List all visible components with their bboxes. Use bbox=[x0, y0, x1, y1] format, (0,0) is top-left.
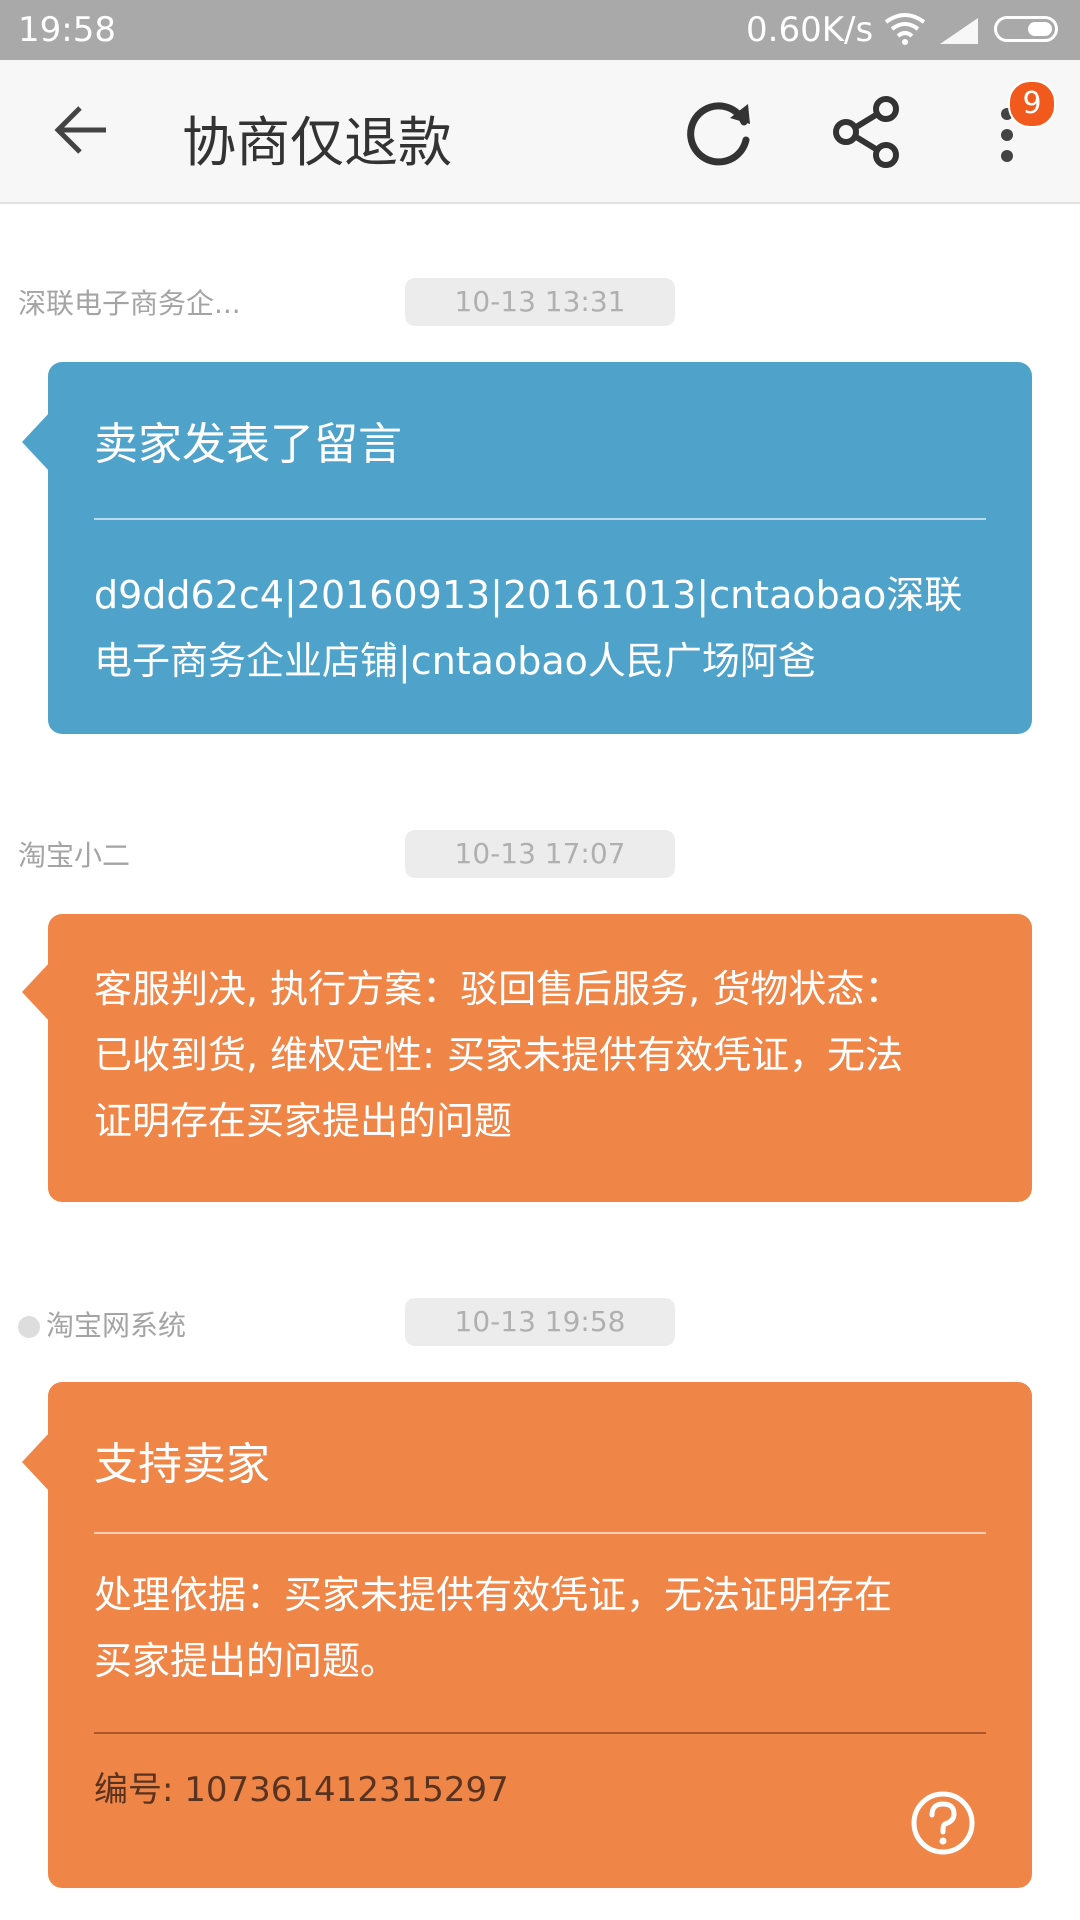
refresh-icon[interactable] bbox=[684, 96, 756, 168]
message-body: 客服判决, 执行方案：驳回售后服务, 货物状态： 已收到货, 维权定性: 买家未… bbox=[94, 914, 986, 1154]
bubble-tail bbox=[22, 412, 50, 472]
message-card: 支持卖家 处理依据：买家未提供有效凭证，无法证明存在 买家提出的问题。 编号: … bbox=[22, 1382, 1032, 1888]
body-line: 处理依据：买家未提供有效凭证，无法证明存在 bbox=[94, 1573, 893, 1617]
body-line: 证明存在买家提出的问题 bbox=[94, 1099, 513, 1143]
message-heading: 支持卖家 bbox=[94, 1439, 270, 1490]
reference-number: 编号: 107361412315297 bbox=[94, 1770, 509, 1810]
body-line: 已收到货, 维权定性: 买家未提供有效凭证，无法 bbox=[94, 1033, 904, 1077]
share-icon[interactable] bbox=[832, 96, 902, 168]
status-bar: 19:58 0.60K/s bbox=[0, 0, 1080, 60]
help-icon[interactable] bbox=[910, 1790, 976, 1856]
body-line: 电子商务企业店铺|cntaobao人民广场阿爸 bbox=[94, 639, 816, 683]
message-card: 卖家发表了留言 d9dd62c4|20160913|20161013|cntao… bbox=[22, 362, 1032, 734]
status-time: 19:58 bbox=[18, 10, 116, 50]
bubble-tail bbox=[22, 962, 50, 1022]
body-line: 买家提出的问题。 bbox=[94, 1639, 399, 1683]
message-sender: 淘宝小二 bbox=[18, 834, 130, 874]
message-sender: 深联电子商务企... bbox=[18, 282, 241, 322]
message-timestamp: 10-13 19:58 bbox=[405, 1298, 675, 1346]
message-body: d9dd62c4|20160913|20161013|cntaobao深联 电子… bbox=[94, 562, 986, 694]
message-body: 处理依据：买家未提供有效凭证，无法证明存在 买家提出的问题。 bbox=[94, 1562, 986, 1694]
wifi-icon bbox=[884, 13, 926, 45]
message-timestamp: 10-13 17:07 bbox=[405, 830, 675, 878]
bubble-tail bbox=[22, 1432, 50, 1492]
sender-name: 淘宝小二 bbox=[18, 839, 131, 872]
sender-name: 淘宝网系统 bbox=[46, 1309, 187, 1342]
signal-icon bbox=[940, 18, 978, 44]
notification-badge: 9 bbox=[1008, 80, 1056, 128]
body-line: d9dd62c4|20160913|20161013|cntaobao深联 bbox=[94, 573, 963, 617]
body-line: 客服判决, 执行方案：驳回售后服务, 货物状态： bbox=[94, 967, 903, 1011]
divider bbox=[94, 1732, 986, 1734]
divider bbox=[94, 518, 986, 520]
message-card: 客服判决, 执行方案：驳回售后服务, 货物状态： 已收到货, 维权定性: 买家未… bbox=[22, 914, 1032, 1202]
page-title: 协商仅退款 bbox=[182, 111, 452, 174]
app-header: 协商仅退款 9 bbox=[0, 60, 1080, 204]
sender-name: 深联电子商务企... bbox=[18, 287, 241, 320]
network-speed: 0.60K/s bbox=[746, 10, 874, 50]
back-arrow-icon[interactable] bbox=[52, 100, 112, 160]
message-heading: 卖家发表了留言 bbox=[94, 419, 402, 470]
message-sender: 淘宝网系统 bbox=[18, 1304, 186, 1344]
sender-avatar bbox=[18, 1316, 40, 1338]
message-timestamp: 10-13 13:31 bbox=[405, 278, 675, 326]
divider bbox=[94, 1532, 986, 1534]
battery-icon bbox=[994, 16, 1058, 42]
